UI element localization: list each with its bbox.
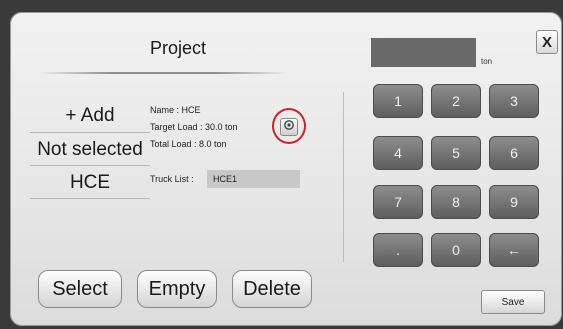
save-button[interactable]: Save: [481, 290, 545, 314]
empty-button[interactable]: Empty: [137, 270, 217, 308]
key-2[interactable]: 2: [431, 84, 481, 118]
list-item-add[interactable]: + Add: [30, 100, 150, 133]
delete-button[interactable]: Delete: [232, 270, 312, 308]
project-details: Name : HCE Target Load : 30.0 ton Total …: [150, 102, 238, 153]
list-item-not-selected[interactable]: Not selected: [30, 135, 150, 166]
key-5[interactable]: 5: [431, 136, 481, 170]
key-4[interactable]: 4: [373, 136, 423, 170]
total-load: Total Load : 8.0 ton: [150, 139, 227, 149]
truck-list-label: Truck List :: [150, 174, 194, 184]
project-list: + Add Not selected HCE: [30, 100, 150, 201]
select-button[interactable]: Select: [38, 270, 122, 308]
list-item-hce[interactable]: HCE: [30, 168, 150, 199]
key-9[interactable]: 9: [489, 185, 539, 219]
key-7[interactable]: 7: [373, 185, 423, 219]
load-input-display[interactable]: [371, 38, 476, 67]
key-backspace[interactable]: ←: [489, 233, 539, 267]
highlight-ring: [272, 108, 306, 144]
key-0[interactable]: 0: [431, 233, 481, 267]
key-8[interactable]: 8: [431, 185, 481, 219]
dialog-title: Project: [150, 38, 207, 58]
close-button[interactable]: X: [536, 30, 558, 54]
key-1[interactable]: 1: [373, 84, 423, 118]
project-name: Name : HCE: [150, 105, 201, 115]
panel-divider: [343, 92, 344, 262]
title-divider: [38, 72, 288, 74]
key-3[interactable]: 3: [489, 84, 539, 118]
unit-label: ton: [481, 57, 493, 66]
truck-list-field[interactable]: HCE1: [207, 170, 300, 188]
target-load: Target Load : 30.0 ton: [150, 122, 238, 132]
key-decimal[interactable]: .: [373, 233, 423, 267]
key-6[interactable]: 6: [489, 136, 539, 170]
